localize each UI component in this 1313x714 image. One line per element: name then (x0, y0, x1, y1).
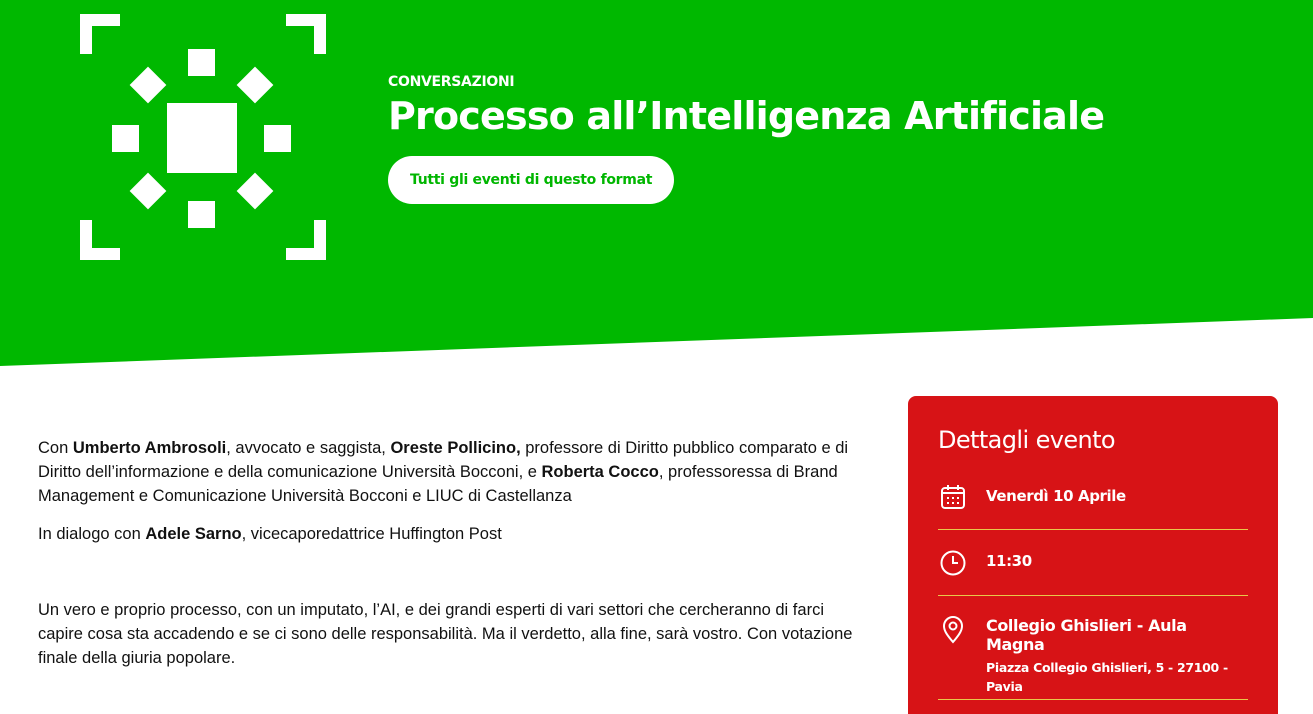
event-hero: CONVERSAZIONI Processo all’Intelligenza … (0, 0, 1313, 370)
speaker-name: Roberta Cocco (541, 463, 659, 481)
event-time-row: 11:30 (938, 530, 1248, 596)
moderator-name: Adele Sarno (145, 525, 242, 543)
event-details-title: Dettagli evento (938, 426, 1116, 454)
text-span: , vicecaporedattrice Huffington Post (241, 525, 502, 543)
hero-text: CONVERSAZIONI Processo all’Intelligenza … (388, 74, 1105, 204)
location-pin-icon (942, 616, 964, 644)
event-category: CONVERSAZIONI (388, 74, 515, 90)
event-description: Con Umberto Ambrosoli, avvocato e saggis… (38, 436, 858, 684)
text-span: , avvocato e saggista, (226, 439, 391, 457)
description-paragraph: Un vero e proprio processo, con un imput… (38, 601, 853, 667)
sparkle-frame-icon (80, 14, 326, 260)
clock-icon (940, 550, 966, 576)
speakers-paragraph: Con Umberto Ambrosoli, avvocato e saggis… (38, 436, 858, 508)
event-venue-row: Collegio Ghislieri - Aula Magna Piazza C… (938, 596, 1248, 700)
event-details-card: Dettagli evento Venerdì 10 Aprile 11:30 (908, 396, 1278, 714)
event-date-row: Venerdì 10 Aprile (938, 470, 1248, 530)
event-venue-text: Collegio Ghislieri - Aula Magna Piazza C… (986, 614, 1248, 696)
event-date: Venerdì 10 Aprile (986, 487, 1126, 505)
event-time: 11:30 (986, 552, 1032, 570)
speaker-name: Umberto Ambrosoli (72, 439, 227, 457)
all-format-events-button[interactable]: Tutti gli eventi di questo format (388, 156, 675, 204)
text-span: Con (38, 439, 73, 457)
speaker-name: Oreste Pollicino, (390, 439, 521, 457)
event-address: Piazza Collegio Ghislieri, 5 - 27100 - P… (986, 660, 1228, 694)
event-title: Processo all’Intelligenza Artificiale (388, 94, 1105, 138)
text-span: In dialogo con (38, 525, 146, 543)
moderator-paragraph: In dialogo con Adele Sarno, vicecaporeda… (38, 522, 858, 546)
event-venue: Collegio Ghislieri - Aula Magna (986, 616, 1187, 654)
calendar-icon (941, 485, 965, 509)
